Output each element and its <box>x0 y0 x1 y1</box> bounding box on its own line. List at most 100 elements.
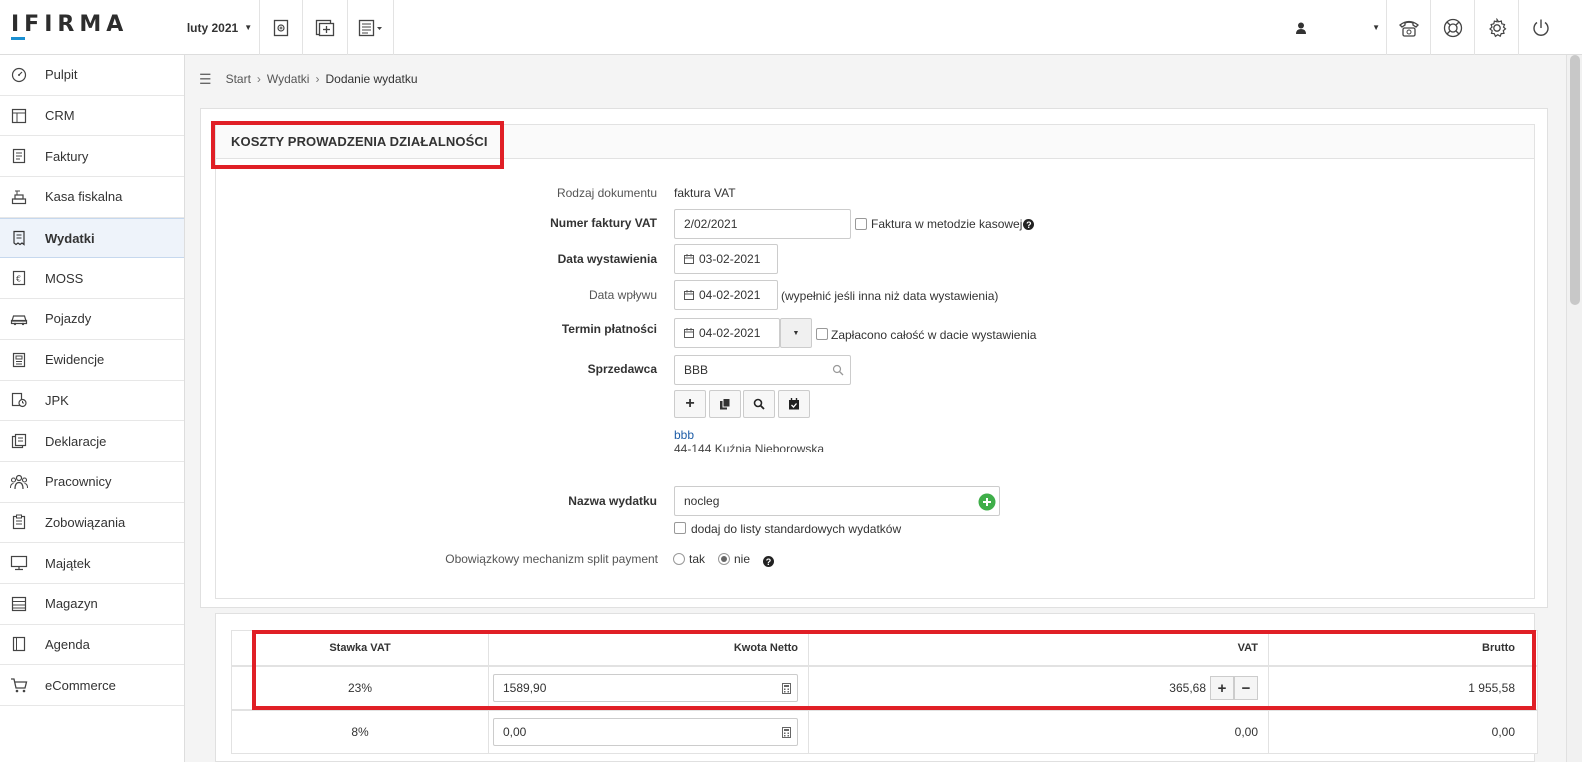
sidebar-item-pojazdy[interactable]: Pojazdy <box>0 299 184 340</box>
settings-button[interactable] <box>1474 0 1518 55</box>
crm-icon <box>10 108 28 124</box>
cash-method-label: Faktura w metodzie kasowej? <box>871 217 1035 231</box>
due-date-input[interactable]: 04-02-2021 <box>674 318 780 348</box>
vat-amount-value: 0,00 <box>808 710 1268 754</box>
assets-icon <box>10 555 28 571</box>
calendar-icon <box>684 328 694 338</box>
ifirma-logo[interactable]: IFIRMA <box>11 12 129 40</box>
due-date-value: 04-02-2021 <box>699 326 761 340</box>
paid-in-full-label: Zapłacono całość w dacie wystawienia <box>831 328 1037 342</box>
page-scrollbar[interactable] <box>1566 55 1582 762</box>
sidebar-item-magazyn[interactable]: Magazyn <box>0 584 184 625</box>
scrollbar-thumb[interactable] <box>1570 55 1580 305</box>
svg-text:€: € <box>16 275 21 284</box>
sidebar-item-ewidencje[interactable]: Ewidencje <box>0 340 184 381</box>
sidebar-item-kasa-fiskalna[interactable]: Kasa fiskalna <box>0 177 184 218</box>
caret-down-icon: ▼ <box>792 329 800 337</box>
sidebar-item-label: MOSS <box>45 270 84 286</box>
gross-amount-value: 0,00 <box>1268 710 1538 754</box>
calculator-icon[interactable] <box>782 727 791 741</box>
split-payment-yes-radio[interactable] <box>673 553 685 565</box>
sidebar-item-pulpit[interactable]: Pulpit <box>0 55 184 96</box>
hamburger-menu-icon[interactable]: ☰ <box>199 71 212 88</box>
sidebar-item-wydatki[interactable]: Wydatki <box>0 217 184 259</box>
logo-accent-bar <box>11 37 25 40</box>
split-payment-yes-label: tak <box>689 552 706 566</box>
sidebar-item-zobowiazania[interactable]: Zobowiązania <box>0 503 184 544</box>
search-seller-button[interactable] <box>743 390 775 418</box>
sidebar-item-label: CRM <box>45 108 75 124</box>
sidebar-item-faktury[interactable]: Faktury <box>0 136 184 178</box>
gear-icon <box>1488 17 1506 37</box>
sidebar-item-label: Zobowiązania <box>45 514 126 530</box>
top-bar: IFIRMA luty 2021 ▼ ▼ <box>0 0 1582 55</box>
add-seller-button[interactable]: + <box>674 390 706 418</box>
row-vat-rate: 8% <box>231 710 488 754</box>
sidebar-item-jpk[interactable]: JPK <box>0 381 184 422</box>
dashboard-icon <box>10 67 28 83</box>
obligations-icon <box>10 514 28 530</box>
lifebuoy-icon <box>1443 18 1462 37</box>
sidebar-item-crm[interactable]: CRM <box>0 96 184 137</box>
sidebar-item-label: Kasa fiskalna <box>45 189 123 205</box>
phone-button[interactable] <box>1386 0 1430 55</box>
sidebar-item-ecommerce[interactable]: eCommerce <box>0 665 184 706</box>
user-menu[interactable]: ▼ <box>1290 0 1386 55</box>
seller-calendar-button[interactable] <box>778 390 810 418</box>
logo-text: IFIRMA <box>11 12 129 37</box>
cash-method-text: Faktura w metodzie kasowej <box>871 217 1023 231</box>
help-icon[interactable]: ? <box>763 556 774 567</box>
sidebar-item-moss[interactable]: € MOSS <box>0 258 184 300</box>
sidebar-item-majatek[interactable]: Majątek <box>0 543 184 584</box>
copy-seller-button[interactable] <box>709 390 741 418</box>
paid-in-full-checkbox[interactable] <box>816 328 828 340</box>
help-icon[interactable]: ? <box>1023 219 1035 231</box>
expense-name-label: Nazwa wydatku <box>568 494 657 508</box>
add-document-button[interactable] <box>303 0 348 55</box>
help-button[interactable] <box>1430 0 1474 55</box>
table-row: 8% 0,00 0,00 0,00 <box>231 710 1538 754</box>
seller-link[interactable]: bbb <box>674 428 694 442</box>
expense-name-input[interactable]: nocleg <box>674 486 1000 516</box>
issue-date-input[interactable]: 03-02-2021 <box>674 244 778 274</box>
receipt-icon <box>10 230 28 246</box>
breadcrumb-expenses-link[interactable]: Wydatki <box>267 72 310 86</box>
document-list-icon <box>358 19 382 36</box>
seller-search-input[interactable]: BBB <box>674 355 851 385</box>
due-date-label: Termin płatności <box>561 322 657 336</box>
moss-icon: € <box>10 270 28 286</box>
add-to-standard-checkbox[interactable] <box>674 522 686 534</box>
sidebar-item-deklaracje[interactable]: Deklaracje <box>0 421 184 462</box>
chevron-down-icon: ▼ <box>244 23 253 32</box>
cash-register-icon <box>10 189 28 205</box>
declaration-icon <box>10 433 28 449</box>
agenda-icon <box>10 636 28 652</box>
sidebar-item-pracownicy[interactable]: Pracownicy <box>0 462 184 503</box>
highlight-box-title <box>211 121 504 169</box>
split-payment-no-radio[interactable] <box>718 553 730 565</box>
net-amount-input[interactable]: 0,00 <box>493 718 798 746</box>
add-circle-icon[interactable] <box>978 493 996 514</box>
period-selector[interactable]: luty 2021 ▼ <box>180 0 260 55</box>
breadcrumb: ☰ Start › Wydatki › Dodanie wydatku <box>199 70 418 88</box>
invoice-number-input[interactable]: 2/02/2021 <box>674 209 851 239</box>
sidebar-item-agenda[interactable]: Agenda <box>0 625 184 666</box>
due-date-dropdown-button[interactable]: ▼ <box>780 318 812 348</box>
jpk-icon <box>10 392 28 408</box>
expense-name-value: nocleg <box>684 494 720 508</box>
sidebar-item-label: Pulpit <box>45 67 78 83</box>
employees-icon <box>10 474 28 490</box>
cash-method-checkbox[interactable] <box>855 218 867 230</box>
issue-date-label: Data wystawienia <box>557 252 657 266</box>
sidebar-item-label: eCommerce <box>45 677 116 693</box>
split-payment-no-label: nie <box>734 552 751 566</box>
breadcrumb-start-link[interactable]: Start <box>226 72 251 86</box>
documents-menu-button[interactable] <box>348 0 394 55</box>
invoice-number-label: Numer faktury VAT <box>550 216 657 230</box>
new-invoice-button[interactable] <box>260 0 303 55</box>
sidebar-item-label: Majątek <box>45 555 91 571</box>
receipt-date-input[interactable]: 04-02-2021 <box>674 280 778 310</box>
sidebar-item-label: Agenda <box>45 636 90 652</box>
logout-button[interactable] <box>1518 0 1562 55</box>
receipt-date-hint: (wypełnić jeśli inna niż data wystawieni… <box>781 289 999 303</box>
